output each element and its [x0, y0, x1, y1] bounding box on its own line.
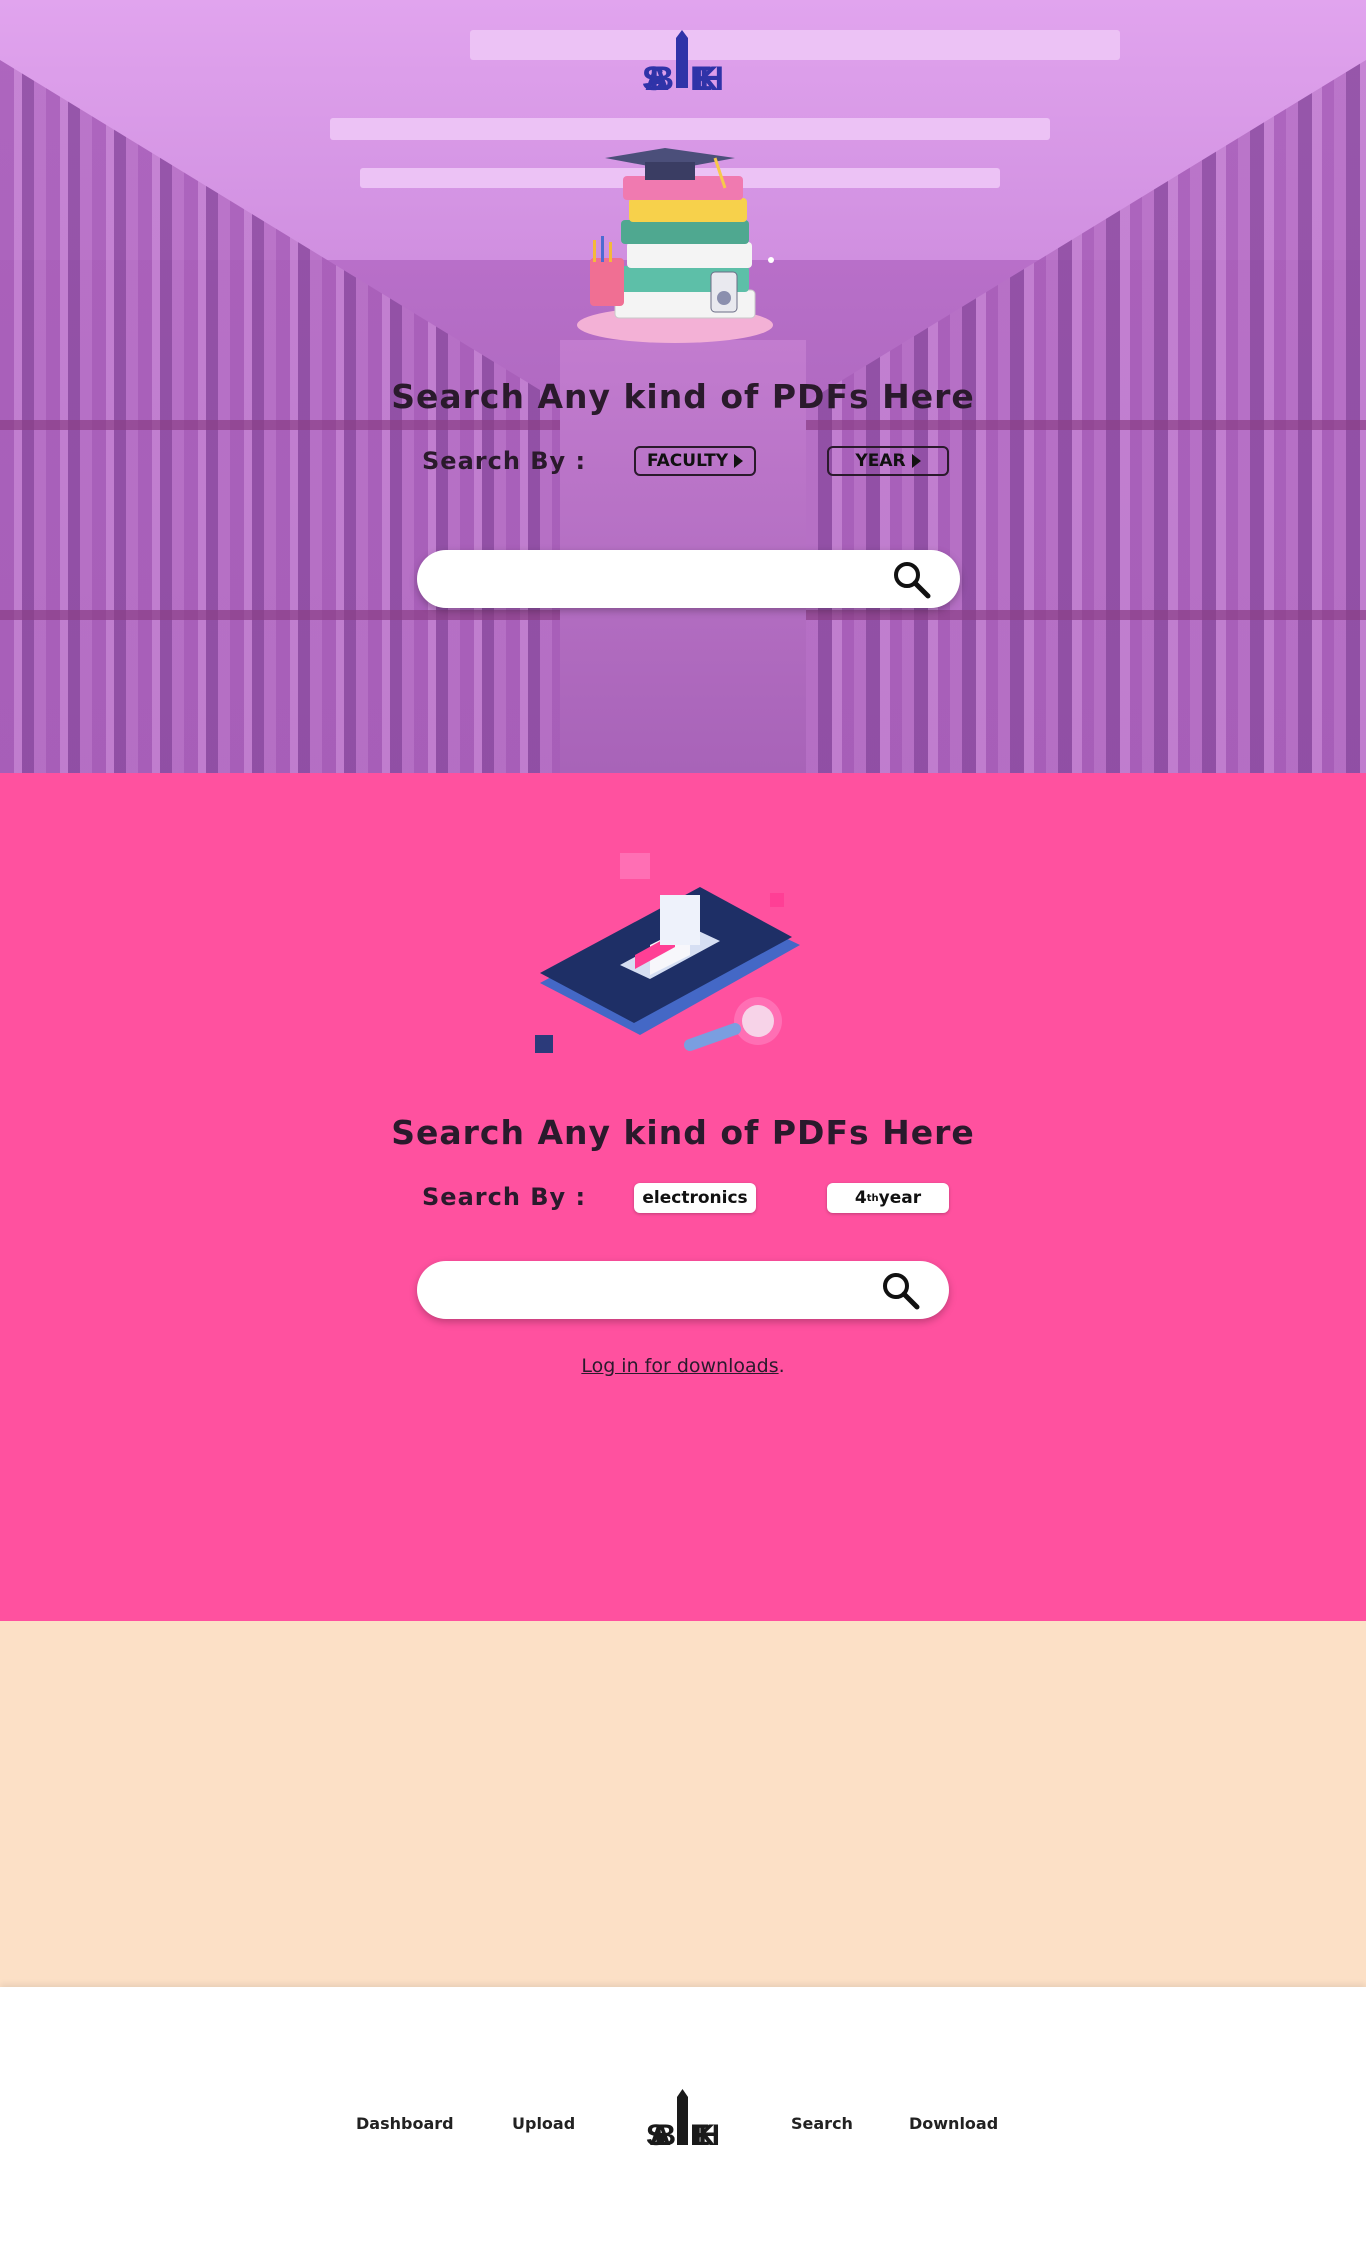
footer-link-search[interactable]: Search: [791, 2114, 853, 2133]
results-search-input[interactable]: [443, 1271, 863, 1309]
faculty-filter-label: FACULTY: [646, 451, 729, 471]
svg-text:EKH: EKH: [690, 60, 724, 96]
hero-search-bar: [417, 550, 960, 608]
footer: Dashboard Upload SAB EKH Search Download: [0, 1987, 1366, 2253]
results-headline: Search Any kind of PDFs Here: [391, 1113, 975, 1152]
search-icon[interactable]: [881, 1271, 921, 1311]
results-search-by-label: Search By :: [422, 1183, 587, 1211]
footer-link-dashboard[interactable]: Dashboard: [356, 2114, 454, 2133]
search-by-label: Search By :: [422, 447, 587, 475]
shelf-board: [0, 610, 560, 620]
year-chip-ordinal: th: [866, 1192, 879, 1204]
login-suffix: .: [778, 1355, 785, 1377]
faculty-filter-button[interactable]: FACULTY: [634, 446, 756, 476]
year-filter-button[interactable]: YEAR: [827, 446, 949, 476]
svg-text:SAB: SAB: [642, 60, 674, 96]
results-section: Search Any kind of PDFs Here Search By :…: [0, 773, 1366, 1621]
triangle-right-icon: [911, 454, 921, 468]
year-filter-label: YEAR: [855, 451, 906, 471]
footer-link-upload[interactable]: Upload: [512, 2114, 575, 2133]
year-chip-number: 4: [854, 1188, 867, 1208]
footer-logo-icon[interactable]: SAB EKH: [644, 2089, 722, 2151]
empty-section: [0, 1621, 1366, 1987]
svg-text:SAB: SAB: [646, 2119, 676, 2151]
phone-library-illustration: [535, 853, 800, 1053]
books-illustration: [577, 148, 774, 343]
triangle-right-icon: [734, 454, 744, 468]
hero-section: SAB EKH Search Any kind of PDFs Here Sea…: [0, 0, 1366, 773]
ceiling-light: [470, 30, 1120, 60]
svg-text:EKH: EKH: [690, 2119, 720, 2151]
faculty-chip-electronics[interactable]: electronics: [634, 1183, 756, 1213]
year-chip-4th[interactable]: 4th year: [827, 1183, 949, 1213]
results-search-bar: [417, 1261, 949, 1319]
logo-icon[interactable]: SAB EKH: [638, 30, 728, 96]
login-prompt: Log in for downloads.: [0, 1355, 1366, 1377]
ceiling-light: [330, 118, 1050, 140]
hero-headline: Search Any kind of PDFs Here: [391, 377, 975, 416]
shelf-board: [0, 420, 560, 430]
shelf-board: [806, 610, 1366, 620]
year-chip-text: year: [878, 1188, 922, 1208]
faculty-chip-label: electronics: [642, 1188, 748, 1208]
search-icon[interactable]: [892, 560, 932, 600]
shelf-board: [806, 420, 1366, 430]
footer-link-download[interactable]: Download: [909, 2114, 998, 2133]
login-for-downloads-link[interactable]: Log in for downloads: [581, 1355, 778, 1377]
hero-search-input[interactable]: [443, 560, 863, 598]
